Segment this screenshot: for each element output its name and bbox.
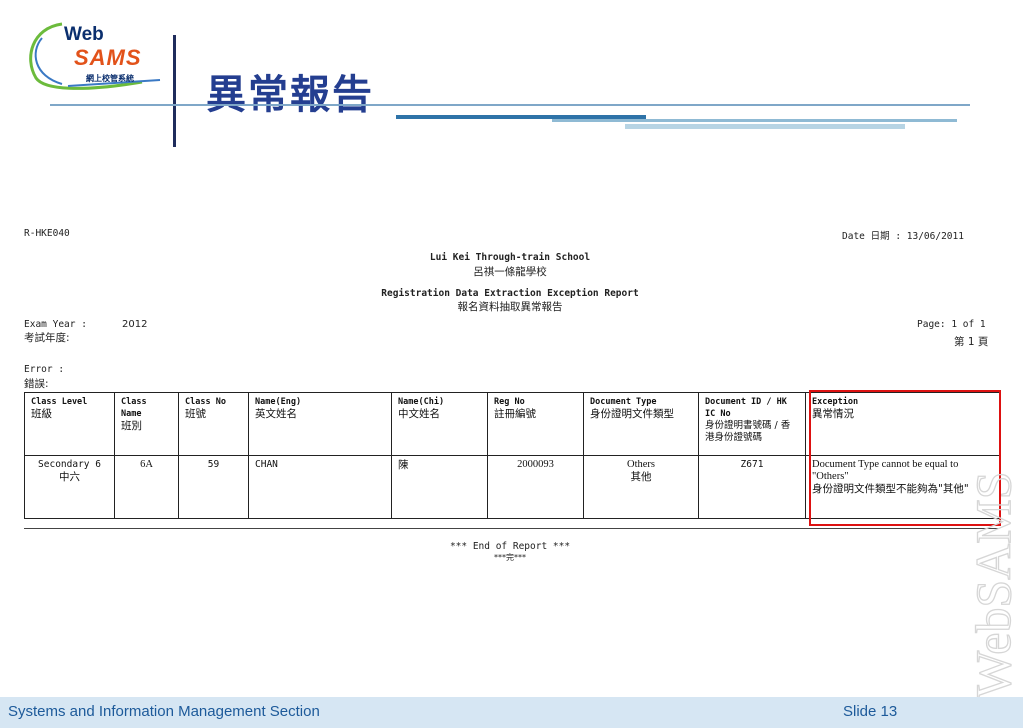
cell-class-no: 59 [178,455,249,519]
report-date: Date 日期 : 13/06/2011 [842,231,964,242]
report-title-zh: 報名資料抽取異常報告 [457,301,563,313]
slide-title: 異常報告 [206,72,374,118]
footer-section: Systems and Information Management Secti… [8,703,320,720]
logo-sams-text: SAMS [74,45,142,70]
report-title-en: Registration Data Extraction Exception R… [381,288,639,299]
slide-footer: Systems and Information Management Secti… [0,697,1023,728]
exam-year-value: 2012 [122,319,148,330]
slide-number: Slide 13 [843,703,898,720]
column-header: Class No 班號 [178,392,249,456]
header-rule [50,104,970,106]
header-accent-line [625,124,905,129]
logo-subtitle: 網上校管系統 [86,74,134,83]
error-label-zh: 錯誤: [24,378,49,390]
cell-reg-no: 2000093 [487,455,584,519]
page-number: Page: 1 of 1 [917,319,986,330]
cell-name-chi: 陳 [391,455,488,519]
header-accent-line [552,119,957,122]
school-name-en: Lui Kei Through-train School [429,252,591,263]
column-header: Name(Eng) 英文姓名 [248,392,392,456]
header-divider [173,35,176,147]
cell-doc-id: Z671 [698,455,806,519]
column-header: Name(Chi) 中文姓名 [391,392,488,456]
websams-logo: Web SAMS 網上校管系統 [22,18,170,98]
school-name-zh: 呂祺一條龍學校 [473,266,547,278]
logo-web-text: Web [64,24,104,45]
exam-year-label: Exam Year : [24,319,87,330]
exam-year-label-zh: 考試年度: [24,332,70,344]
end-of-report: *** End of Report *** [449,541,571,552]
column-header: Reg No 註冊編號 [487,392,584,456]
cell-doc-type: Others 其他 [583,455,699,519]
column-header: Class Level 班級 [24,392,115,456]
websams-watermark: WebSAMS [958,440,1021,700]
cell-class-name: 6A [114,455,179,519]
cell-name-eng: CHAN [248,455,392,519]
cell-class-level: Secondary 6 中六 [24,455,115,519]
column-header: Document Type 身份證明文件類型 [583,392,699,456]
watermark-text: WebSAMS [965,471,1018,698]
end-of-report-zh: ***完*** [494,553,526,562]
column-header: Class Name 班別 [114,392,179,456]
report-code: R-HKE040 [24,228,70,239]
column-header: Document ID / HK IC No 身份證明書號碼 / 香港身份證號碼 [698,392,806,456]
error-label: Error : [24,364,65,375]
page-number-zh: 第 1 頁 [954,336,989,348]
report-end-rule [24,528,999,529]
